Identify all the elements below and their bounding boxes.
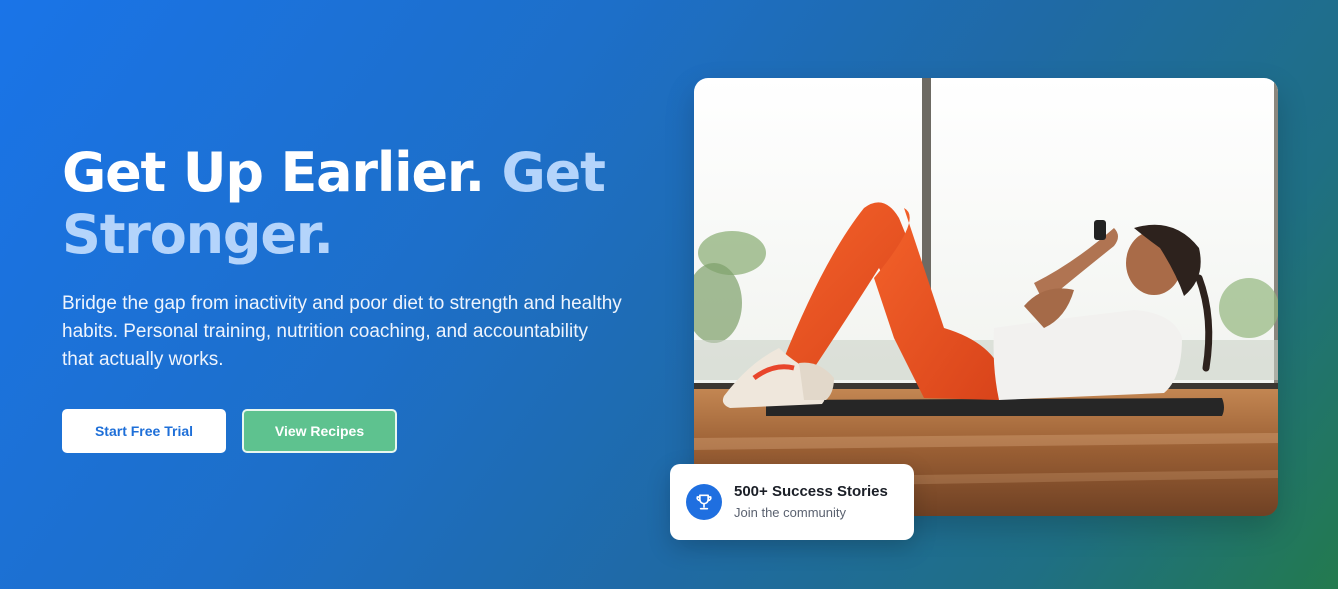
hero-headline: Get Up Earlier. Get Stronger. [62, 142, 662, 266]
headline-primary: Get Up Earlier. [62, 141, 485, 204]
workout-photo [694, 78, 1278, 516]
success-stories-card: 500+ Success Stories Join the community [670, 464, 914, 540]
hero-actions: Start Free Trial View Recipes [62, 409, 662, 453]
view-recipes-button[interactable]: View Recipes [242, 409, 397, 453]
trophy-icon [686, 484, 722, 520]
stats-subtitle: Join the community [734, 505, 846, 520]
stats-text: 500+ Success Stories Join the community [734, 482, 888, 522]
stats-title: 500+ Success Stories [734, 483, 888, 500]
hero-subtext: Bridge the gap from inactivity and poor … [62, 293, 622, 370]
hero-image [694, 78, 1278, 516]
start-free-trial-button[interactable]: Start Free Trial [62, 409, 226, 453]
hero-content: Get Up Earlier. Get Stronger. Bridge the… [62, 142, 662, 453]
